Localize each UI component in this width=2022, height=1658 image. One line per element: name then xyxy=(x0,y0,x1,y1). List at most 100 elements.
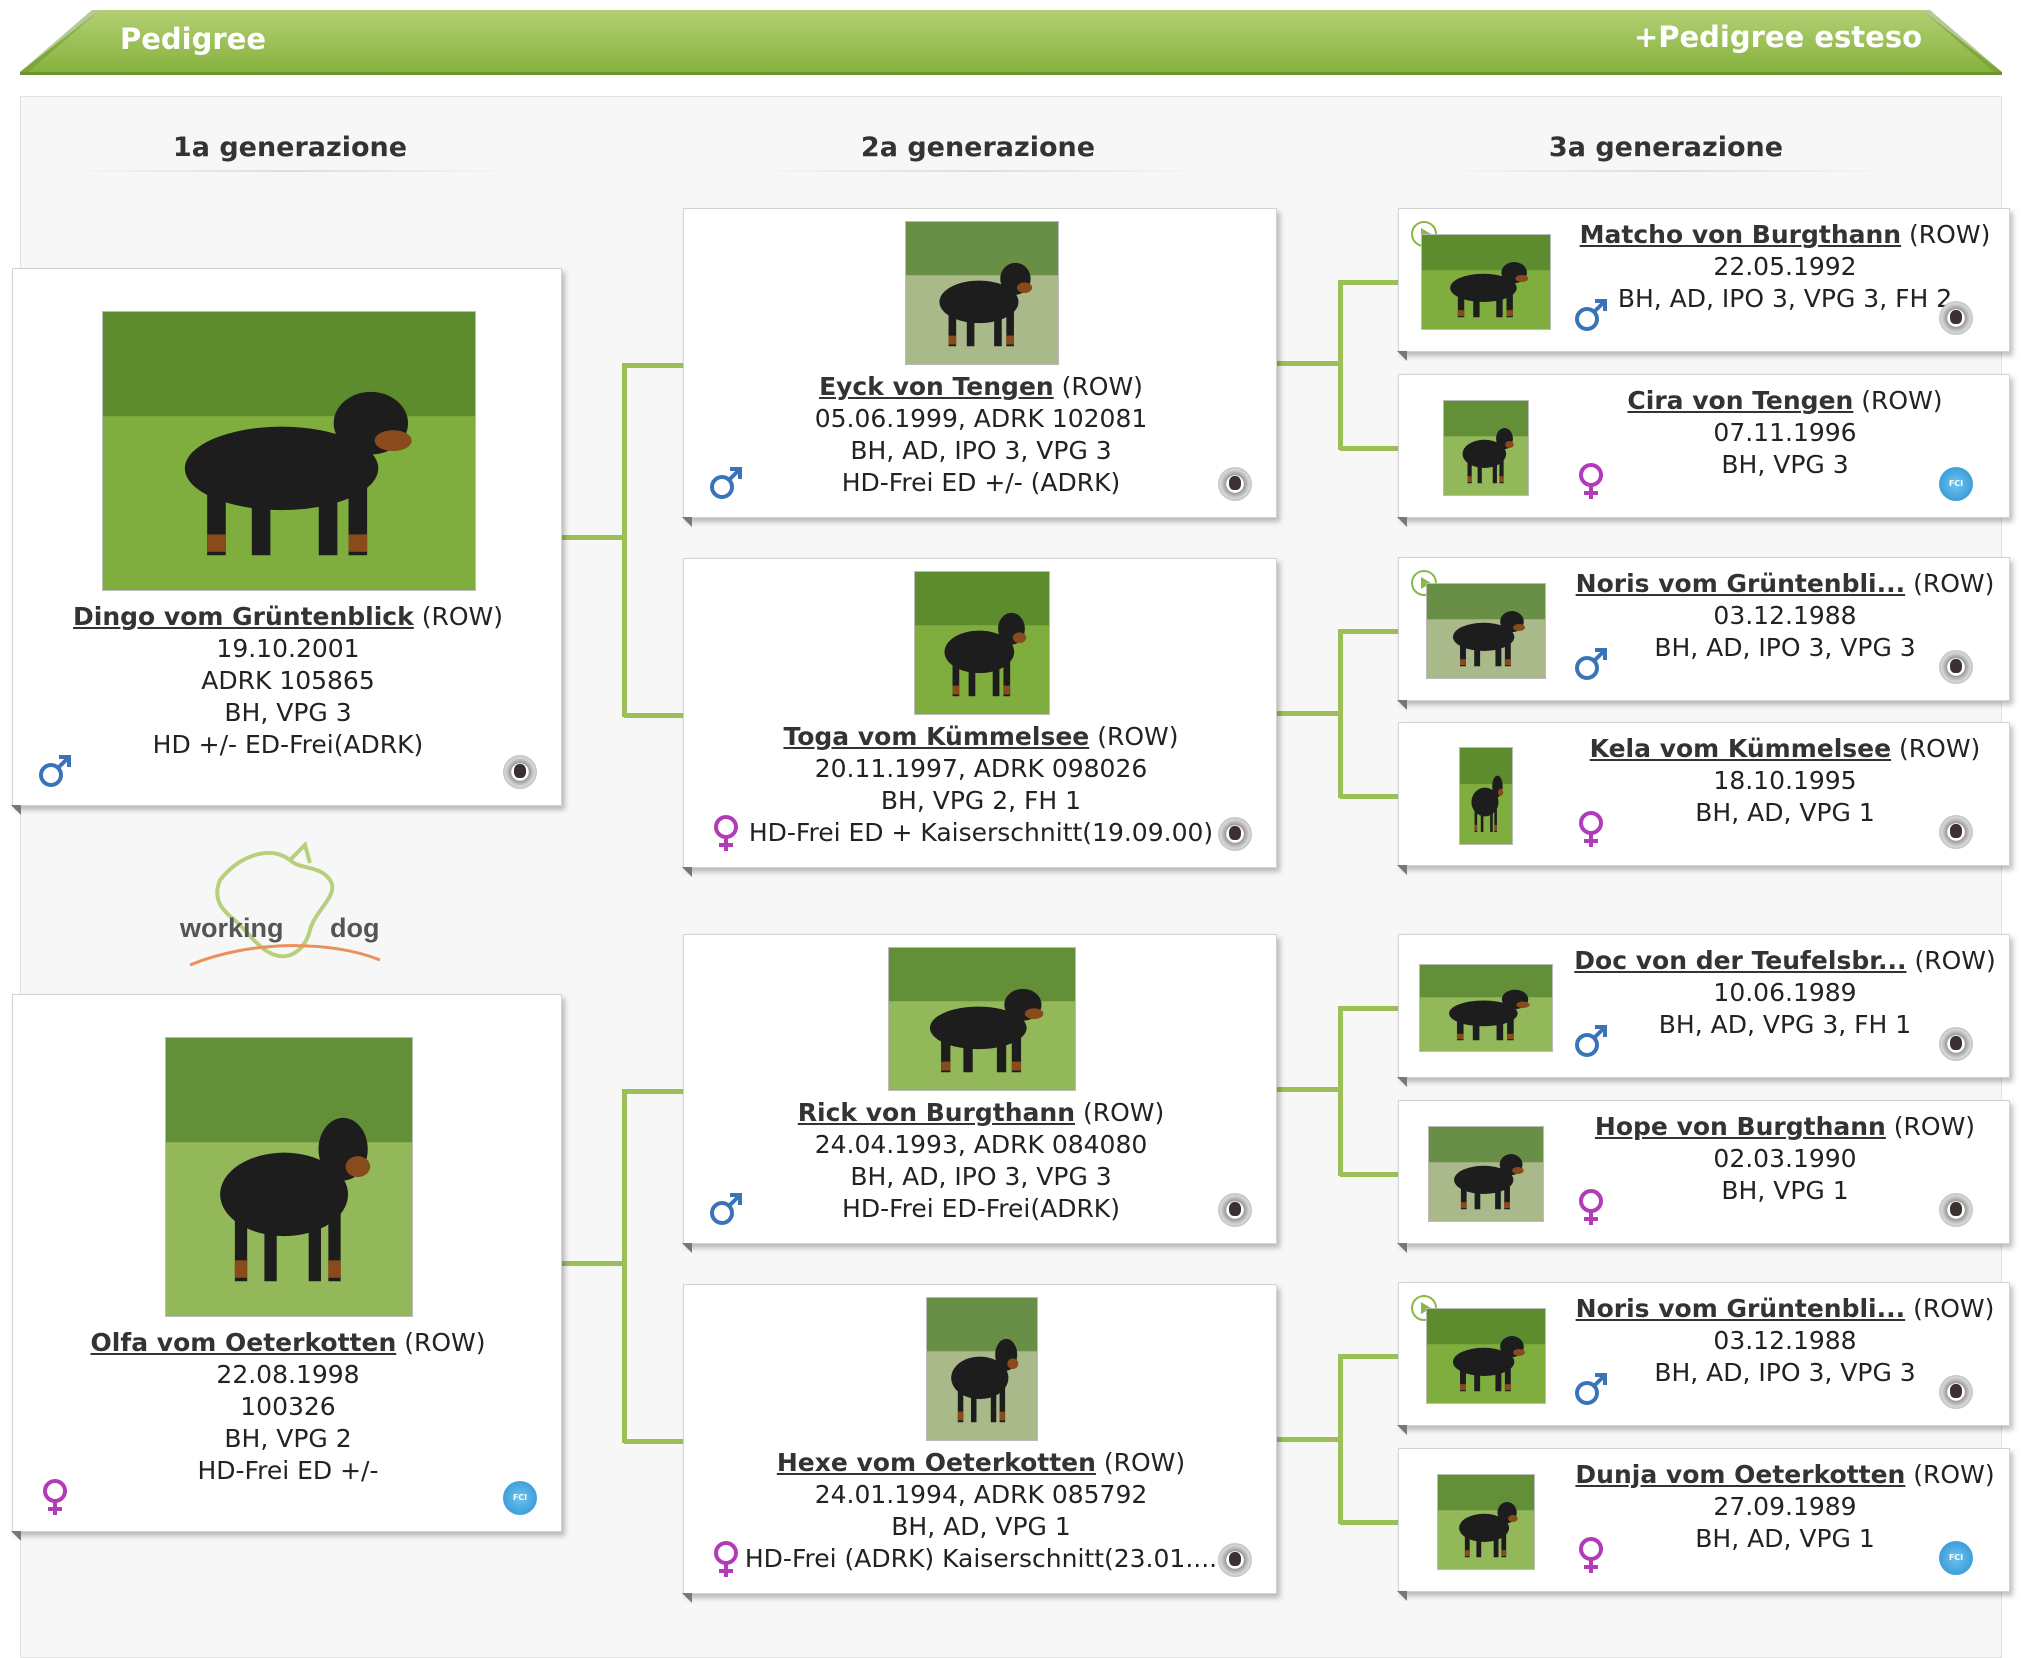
dog-name-link[interactable]: Noris vom Grüntenbli... xyxy=(1576,1294,1905,1323)
dog-name-link[interactable]: Dunja vom Oeterkotten xyxy=(1575,1460,1905,1489)
dog-name-link[interactable]: Olfa vom Oeterkotten xyxy=(91,1328,397,1357)
dog-info-line: BH, AD, IPO 3, VPG 3 xyxy=(850,1162,1112,1191)
dog-name-link[interactable]: Matcho von Burgthann xyxy=(1580,220,1901,249)
club-badge-icon[interactable] xyxy=(1939,815,1973,849)
dog-card-gen3-1: Matcho von Burgthann (ROW) 22.05.1992 BH, … xyxy=(1397,208,2010,361)
club-badge-icon[interactable] xyxy=(1939,1193,1973,1227)
dog-photo[interactable] xyxy=(914,571,1050,715)
club-badge-icon[interactable] xyxy=(1939,1027,1973,1061)
dog-name-link[interactable]: Hexe vom Oeterkotten xyxy=(777,1448,1096,1477)
female-icon xyxy=(706,1539,746,1579)
dog-info: Eyck von Tengen (ROW) 05.06.1999, ADRK 10… xyxy=(684,371,1278,499)
dog-info-line: 05.06.1999, ADRK 102081 xyxy=(814,404,1148,433)
logo-text-working: working xyxy=(180,913,284,943)
dog-info-line: BH, VPG 2 xyxy=(224,1424,352,1453)
dog-photo[interactable] xyxy=(1443,400,1529,496)
dog-photo[interactable] xyxy=(888,947,1076,1091)
female-icon xyxy=(1571,1535,1611,1575)
dog-name-link[interactable]: Rick von Burgthann xyxy=(798,1098,1075,1127)
dog-info-line: 18.10.1995 xyxy=(1713,766,1857,795)
dog-card-gen3-3: Noris vom Grüntenbli... (ROW) 03.12.1988 B… xyxy=(1397,557,2010,710)
dog-card-gen3-8: Dunja vom Oeterkotten (ROW) 27.09.1989 BH,… xyxy=(1397,1448,2010,1601)
extended-pedigree-link[interactable]: +Pedigree esteso xyxy=(1634,20,1922,54)
connector-line xyxy=(1338,1006,1343,1176)
dog-name-link[interactable]: Kela vom Kümmelsee xyxy=(1590,734,1891,763)
fci-badge-label: FCI xyxy=(1948,479,1964,488)
dog-info: Rick von Burgthann (ROW) 24.04.1993, ADRK… xyxy=(684,1097,1278,1225)
dog-info-line: ADRK 105865 xyxy=(201,666,375,695)
card-shadow-tail xyxy=(1397,1425,1407,1435)
dog-name-line: Dingo vom Grüntenblick (ROW) xyxy=(13,601,563,633)
connector-line xyxy=(1340,1520,1398,1525)
dog-card-gen3-5: Doc von der Teufelsbr... (ROW) 10.06.1989… xyxy=(1397,934,2010,1087)
connector-line xyxy=(1340,1006,1398,1011)
dog-name-link[interactable]: Toga vom Kümmelsee xyxy=(784,722,1090,751)
fci-badge-label: FCI xyxy=(1948,1553,1964,1562)
connector-line xyxy=(1340,446,1398,451)
dog-name-line: Doc von der Teufelsbr... (ROW) xyxy=(1569,945,2001,977)
male-icon xyxy=(706,1189,746,1229)
dog-card-gen1-1: Dingo vom Grüntenblick (ROW) 19.10.2001 AD… xyxy=(11,268,563,815)
dog-card-gen1-2: Olfa vom Oeterkotten (ROW) 22.08.1998 1003… xyxy=(11,994,563,1541)
dog-photo[interactable] xyxy=(1426,583,1546,679)
dog-registry-suffix: (ROW) xyxy=(1891,734,1981,763)
dog-info-line: 02.03.1990 xyxy=(1713,1144,1857,1173)
club-badge-icon[interactable] xyxy=(503,755,537,789)
female-icon xyxy=(1571,1187,1611,1227)
club-badge-icon[interactable] xyxy=(1939,650,1973,684)
connector-line xyxy=(622,363,627,717)
dog-name-line: Noris vom Grüntenbli... (ROW) xyxy=(1569,568,2001,600)
dog-info-line: BH, AD, VPG 3, FH 1 xyxy=(1658,1010,1912,1039)
working-dog-logo: working dog xyxy=(180,835,400,975)
dog-photo[interactable] xyxy=(926,1297,1038,1441)
dog-info: Olfa vom Oeterkotten (ROW) 22.08.1998 1003… xyxy=(13,1327,563,1487)
fci-badge-icon[interactable]: FCI xyxy=(503,1481,537,1515)
club-badge-icon[interactable] xyxy=(1218,1193,1252,1227)
dog-name-line: Eyck von Tengen (ROW) xyxy=(684,371,1278,403)
dog-info-line: 20.11.1997, ADRK 098026 xyxy=(814,754,1148,783)
connector-line xyxy=(1338,629,1343,798)
dog-name-line: Dunja vom Oeterkotten (ROW) xyxy=(1569,1459,2001,1491)
fci-badge-icon[interactable]: FCI xyxy=(1939,467,1973,501)
club-badge-icon[interactable] xyxy=(1218,467,1252,501)
dog-name-link[interactable]: Dingo vom Grüntenblick xyxy=(73,602,414,631)
connector-line xyxy=(622,1089,627,1443)
male-icon xyxy=(706,463,746,503)
female-icon xyxy=(706,813,746,853)
dog-name-link[interactable]: Cira von Tengen xyxy=(1627,386,1853,415)
dog-info: Hope von Burgthann (ROW) 02.03.1990 BH, VP… xyxy=(1569,1111,2001,1207)
dog-photo[interactable] xyxy=(102,311,476,591)
dog-photo[interactable] xyxy=(1437,1474,1535,1570)
club-badge-icon[interactable] xyxy=(1939,301,1973,335)
dog-registry-suffix: (ROW) xyxy=(1906,946,1996,975)
dog-photo[interactable] xyxy=(1421,234,1551,330)
dog-name-link[interactable]: Hope von Burgthann xyxy=(1595,1112,1886,1141)
dog-name-link[interactable]: Doc von der Teufelsbr... xyxy=(1574,946,1906,975)
dog-info-line: BH, AD, VPG 1 xyxy=(1695,798,1875,827)
dog-info-line: BH, VPG 3 xyxy=(1721,450,1849,479)
club-badge-icon[interactable] xyxy=(1218,1543,1252,1577)
dog-photo[interactable] xyxy=(1426,1308,1546,1404)
dog-info-line: 19.10.2001 xyxy=(216,634,360,663)
card-shadow-tail xyxy=(11,1531,21,1541)
dog-info: Noris vom Grüntenbli... (ROW) 03.12.1988 B… xyxy=(1569,1293,2001,1389)
dog-photo[interactable] xyxy=(905,221,1059,365)
club-badge-icon[interactable] xyxy=(1218,817,1252,851)
card-shadow-tail xyxy=(682,517,692,527)
dog-info-line: BH, AD, VPG 1 xyxy=(891,1512,1071,1541)
dog-info-line: BH, VPG 3 xyxy=(224,698,352,727)
card-shadow-tail xyxy=(1397,351,1407,361)
dog-name-link[interactable]: Noris vom Grüntenbli... xyxy=(1576,569,1905,598)
dog-photo[interactable] xyxy=(165,1037,413,1317)
fci-badge-label: FCI xyxy=(512,1493,528,1502)
dog-registry-suffix: (ROW) xyxy=(413,602,503,631)
dog-info-line: HD +/- ED-Frei(ADRK) xyxy=(152,730,424,759)
dog-info-line: 24.01.1994, ADRK 085792 xyxy=(814,1480,1148,1509)
dog-name-link[interactable]: Eyck von Tengen xyxy=(819,372,1054,401)
club-badge-icon[interactable] xyxy=(1939,1375,1973,1409)
dog-photo[interactable] xyxy=(1428,1126,1544,1222)
dog-photo[interactable] xyxy=(1459,747,1513,845)
dog-photo[interactable] xyxy=(1419,964,1553,1052)
connector-line xyxy=(624,713,683,718)
fci-badge-icon[interactable]: FCI xyxy=(1939,1541,1973,1575)
